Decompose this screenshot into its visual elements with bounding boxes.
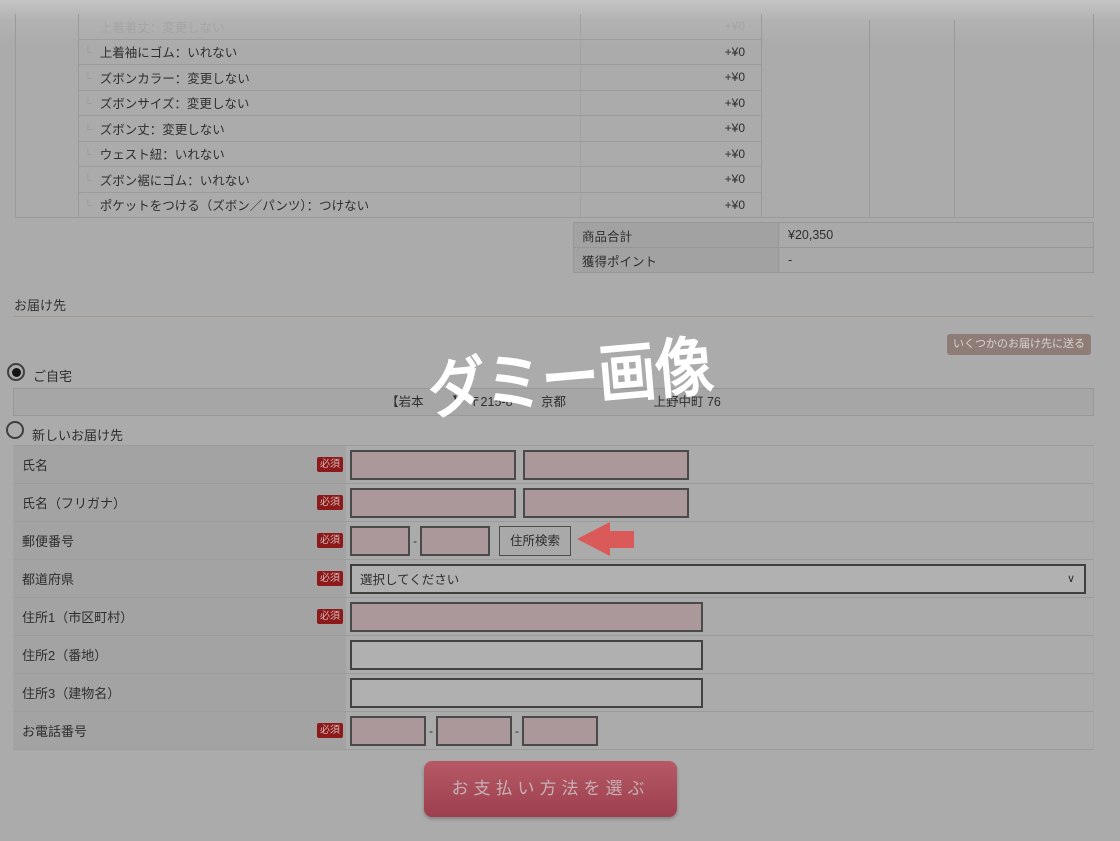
last-name-kana-input[interactable] — [350, 488, 516, 518]
address2-row: 住所2（番地） — [14, 636, 1093, 674]
table-border-left — [15, 14, 16, 217]
option-price: +¥0 — [583, 121, 761, 135]
prefecture-select[interactable]: 選択してください ∨ — [350, 564, 1086, 594]
summary-points-label: 獲得ポイント — [574, 248, 779, 272]
table-border-bottom — [15, 217, 1094, 218]
option-price: +¥0 — [583, 147, 761, 161]
phone-row: お電話番号 必須 - - — [14, 712, 1093, 750]
required-badge: 必須 — [317, 609, 343, 624]
option-row: ズボンサイズ：変更しない +¥0 — [78, 91, 761, 117]
annotation-arrow-left-icon — [577, 522, 634, 557]
new-address-radio[interactable] — [6, 421, 24, 439]
phone-separator: - — [515, 724, 519, 738]
postal-code-row: 郵便番号 必須 - 住所検索 — [14, 522, 1093, 560]
option-price: +¥0 — [583, 19, 761, 33]
chevron-down-icon: ∨ — [1067, 572, 1075, 585]
option-label: 上着着丈：変更しない — [78, 17, 583, 36]
radio-selected-dot — [12, 368, 21, 377]
summary-points-value: - — [779, 248, 1093, 272]
prefecture-row: 都道府県 必須 選択してください ∨ — [14, 560, 1093, 598]
kana-row: 氏名（フリガナ） 必須 — [14, 484, 1093, 522]
required-badge: 必須 — [317, 571, 343, 586]
home-address-radio-label: ご自宅 — [33, 366, 72, 385]
option-label: ズボン丈：変更しない — [78, 119, 583, 138]
home-address-radio[interactable] — [7, 363, 25, 381]
prefecture-label: 都道府県 必須 — [14, 560, 346, 597]
address2-input[interactable] — [350, 640, 703, 670]
option-price: +¥0 — [583, 70, 761, 84]
required-badge: 必須 — [317, 533, 343, 548]
option-price: +¥0 — [583, 96, 761, 110]
first-name-input[interactable] — [523, 450, 689, 480]
order-summary-table: 商品合計 ¥20,350 獲得ポイント - — [573, 222, 1094, 273]
option-price: +¥0 — [583, 172, 761, 186]
address3-label: 住所3（建物名） — [14, 674, 346, 711]
phone-input-1[interactable] — [350, 716, 426, 746]
option-row: ズボン裾にゴム：いれない +¥0 — [78, 167, 761, 193]
option-price: +¥0 — [583, 45, 761, 59]
kana-label: 氏名（フリガナ） 必須 — [14, 484, 346, 521]
table-column-divider — [954, 20, 955, 217]
postal-code-label: 郵便番号 必須 — [14, 522, 346, 559]
phone-separator: - — [429, 724, 433, 738]
required-badge: 必須 — [317, 723, 343, 738]
first-name-kana-input[interactable] — [523, 488, 689, 518]
product-option-table: 上着着丈：変更しない +¥0 上着袖にゴム：いれない +¥0 ズボンカラー：変更… — [78, 14, 761, 217]
option-row: ウェスト紐：いれない +¥0 — [78, 142, 761, 168]
summary-total-label: 商品合計 — [574, 223, 779, 247]
option-label: 上着袖にゴム：いれない — [78, 42, 583, 61]
address-search-button[interactable]: 住所検索 — [499, 526, 571, 556]
required-badge: 必須 — [317, 495, 343, 510]
address3-input[interactable] — [350, 678, 703, 708]
option-row: ズボン丈：変更しない +¥0 — [78, 116, 761, 142]
option-row: 上着袖にゴム：いれない +¥0 — [78, 40, 761, 66]
phone-input-3[interactable] — [522, 716, 598, 746]
option-row: 上着着丈：変更しない +¥0 — [78, 14, 761, 40]
summary-total-value: ¥20,350 — [779, 223, 1093, 247]
last-name-input[interactable] — [350, 450, 516, 480]
address1-label: 住所1（市区町村） 必須 — [14, 598, 346, 635]
name-row: 氏名 必須 — [14, 446, 1093, 484]
summary-points-row: 獲得ポイント - — [574, 248, 1093, 272]
phone-input-2[interactable] — [436, 716, 512, 746]
prefecture-select-value: 選択してください — [360, 569, 459, 588]
section-divider — [14, 316, 1094, 317]
option-label: ポケットをつける（ズボン／パンツ）：つけない — [78, 195, 583, 214]
delivery-address-form: 氏名 必須 氏名（フリガナ） 必須 郵便番号 必須 - 住所検索 — [13, 445, 1094, 750]
option-row: ポケットをつける（ズボン／パンツ）：つけない +¥0 — [78, 193, 761, 218]
postal-code-input-1[interactable] — [350, 526, 410, 556]
option-row: ズボンカラー：変更しない +¥0 — [78, 65, 761, 91]
postal-code-separator: - — [413, 534, 417, 548]
address2-label: 住所2（番地） — [14, 636, 346, 673]
option-label: ズボンサイズ：変更しない — [78, 93, 583, 112]
name-label: 氏名 必須 — [14, 446, 346, 483]
required-badge: 必須 — [317, 457, 343, 472]
option-label: ウェスト紐：いれない — [78, 144, 583, 163]
address1-input[interactable] — [350, 602, 703, 632]
new-address-radio-label: 新しいお届け先 — [32, 425, 123, 444]
postal-code-input-2[interactable] — [420, 526, 490, 556]
address1-row: 住所1（市区町村） 必須 — [14, 598, 1093, 636]
table-column-divider — [869, 20, 870, 217]
table-border-right — [1093, 14, 1094, 217]
option-label: ズボンカラー：変更しない — [78, 68, 583, 87]
option-label: ズボン裾にゴム：いれない — [78, 170, 583, 189]
table-column-divider — [761, 14, 762, 217]
phone-label: お電話番号 必須 — [14, 712, 346, 749]
option-price: +¥0 — [583, 198, 761, 212]
choose-payment-method-button[interactable]: お支払い方法を選ぶ — [424, 761, 677, 817]
address3-row: 住所3（建物名） — [14, 674, 1093, 712]
summary-total-row: 商品合計 ¥20,350 — [574, 223, 1093, 248]
delivery-section-title: お届け先 — [14, 295, 66, 314]
multi-address-button[interactable]: いくつかのお届け先に送る — [947, 334, 1091, 355]
